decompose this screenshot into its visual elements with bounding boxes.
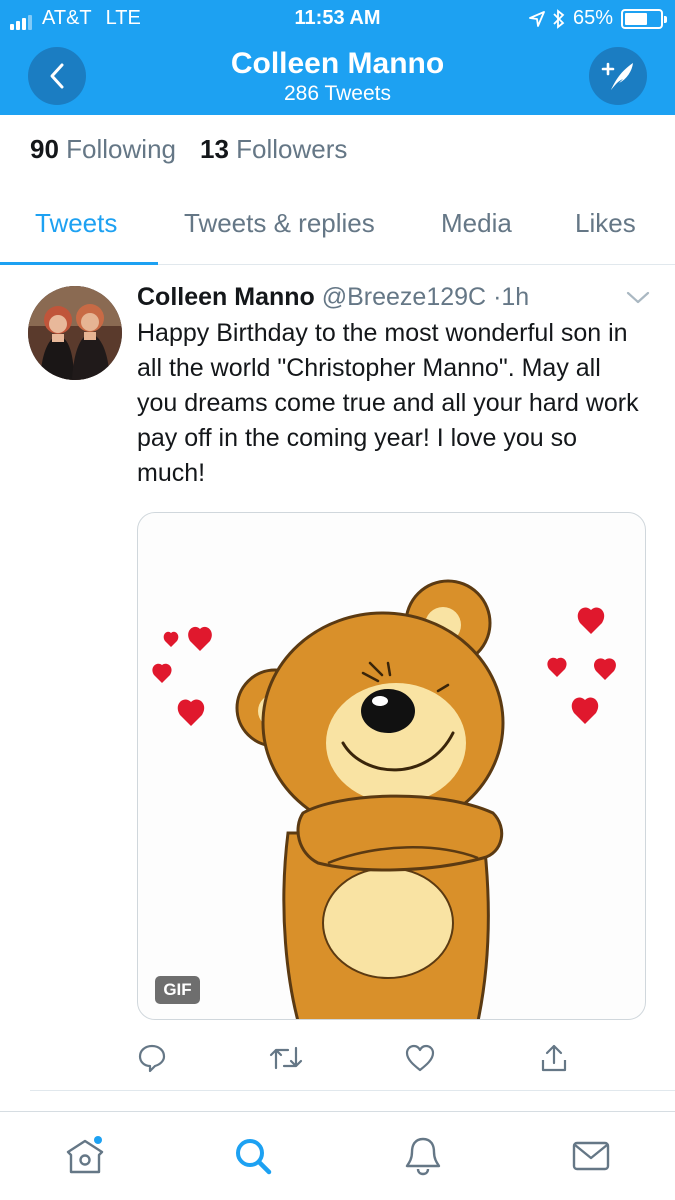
share-icon <box>541 1044 567 1072</box>
notifications-icon <box>405 1137 441 1176</box>
tweet-author-name[interactable]: Colleen Manno <box>137 283 315 311</box>
chevron-down-icon <box>626 291 650 304</box>
compose-icon <box>601 62 633 90</box>
tab-likes[interactable]: Likes <box>575 208 636 239</box>
following-link[interactable]: 90 Following <box>30 134 176 165</box>
followers-label: Followers <box>236 134 348 164</box>
like-icon <box>405 1044 435 1072</box>
tweet-time: 1h <box>501 283 530 311</box>
tweet-count: 286 Tweets <box>283 82 392 105</box>
followers-count: 13 <box>199 134 229 164</box>
retweet-icon <box>269 1046 303 1070</box>
profile-header: AT&T LTE 11:53 AM 65% Colleen Manno 286 … <box>0 0 675 115</box>
avatar-photo <box>28 286 122 380</box>
location-icon <box>529 10 545 27</box>
active-tab-indicator <box>0 262 158 265</box>
nav-notifications[interactable] <box>401 1134 445 1178</box>
retweet-button[interactable] <box>266 1038 306 1078</box>
follow-stats: 90 Following 13 Followers <box>30 134 347 165</box>
following-label: Following <box>66 134 176 164</box>
avatar[interactable] <box>28 286 122 380</box>
gif-badge: GIF <box>155 976 200 1004</box>
tweet-actions <box>0 1038 675 1078</box>
messages-icon <box>572 1141 610 1171</box>
search-icon <box>236 1139 272 1175</box>
battery-icon <box>621 8 667 29</box>
tweet-menu-button[interactable] <box>626 290 650 311</box>
battery-percent: 65% <box>572 7 613 29</box>
status-bar: AT&T LTE 11:53 AM 65% <box>0 0 675 36</box>
tweet-divider <box>30 1090 675 1091</box>
tweet-text: Happy Birthday to the most wonderful son… <box>137 319 639 487</box>
tab-tweets-replies[interactable]: Tweets & replies <box>184 208 375 239</box>
compose-tweet-button[interactable] <box>589 47 647 105</box>
like-button[interactable] <box>400 1038 440 1078</box>
bluetooth-icon <box>553 8 565 29</box>
tweet-handle[interactable]: @Breeze129C <box>322 283 486 311</box>
tab-media[interactable]: Media <box>441 208 512 239</box>
home-icon <box>66 1136 104 1174</box>
bottom-nav <box>0 1111 675 1200</box>
reply-icon <box>138 1044 166 1073</box>
tweet-header: Colleen Manno @Breeze129C ·1h <box>137 283 529 312</box>
profile-name: Colleen Manno <box>230 47 445 80</box>
nav-search[interactable] <box>231 1134 275 1178</box>
followers-link[interactable]: 13 Followers <box>200 134 347 165</box>
teddy-bear-image <box>152 579 616 1019</box>
status-right: 65% <box>529 7 667 30</box>
nav-home[interactable] <box>63 1134 107 1178</box>
following-count: 90 <box>30 134 59 164</box>
tab-tweets[interactable]: Tweets <box>35 208 117 239</box>
profile-tabs: Tweets Tweets & replies Media Likes <box>0 190 675 265</box>
nav-messages[interactable] <box>569 1134 613 1178</box>
share-button[interactable] <box>534 1038 574 1078</box>
reply-button[interactable] <box>132 1038 172 1078</box>
tweet-media-gif[interactable]: GIF <box>137 512 646 1020</box>
